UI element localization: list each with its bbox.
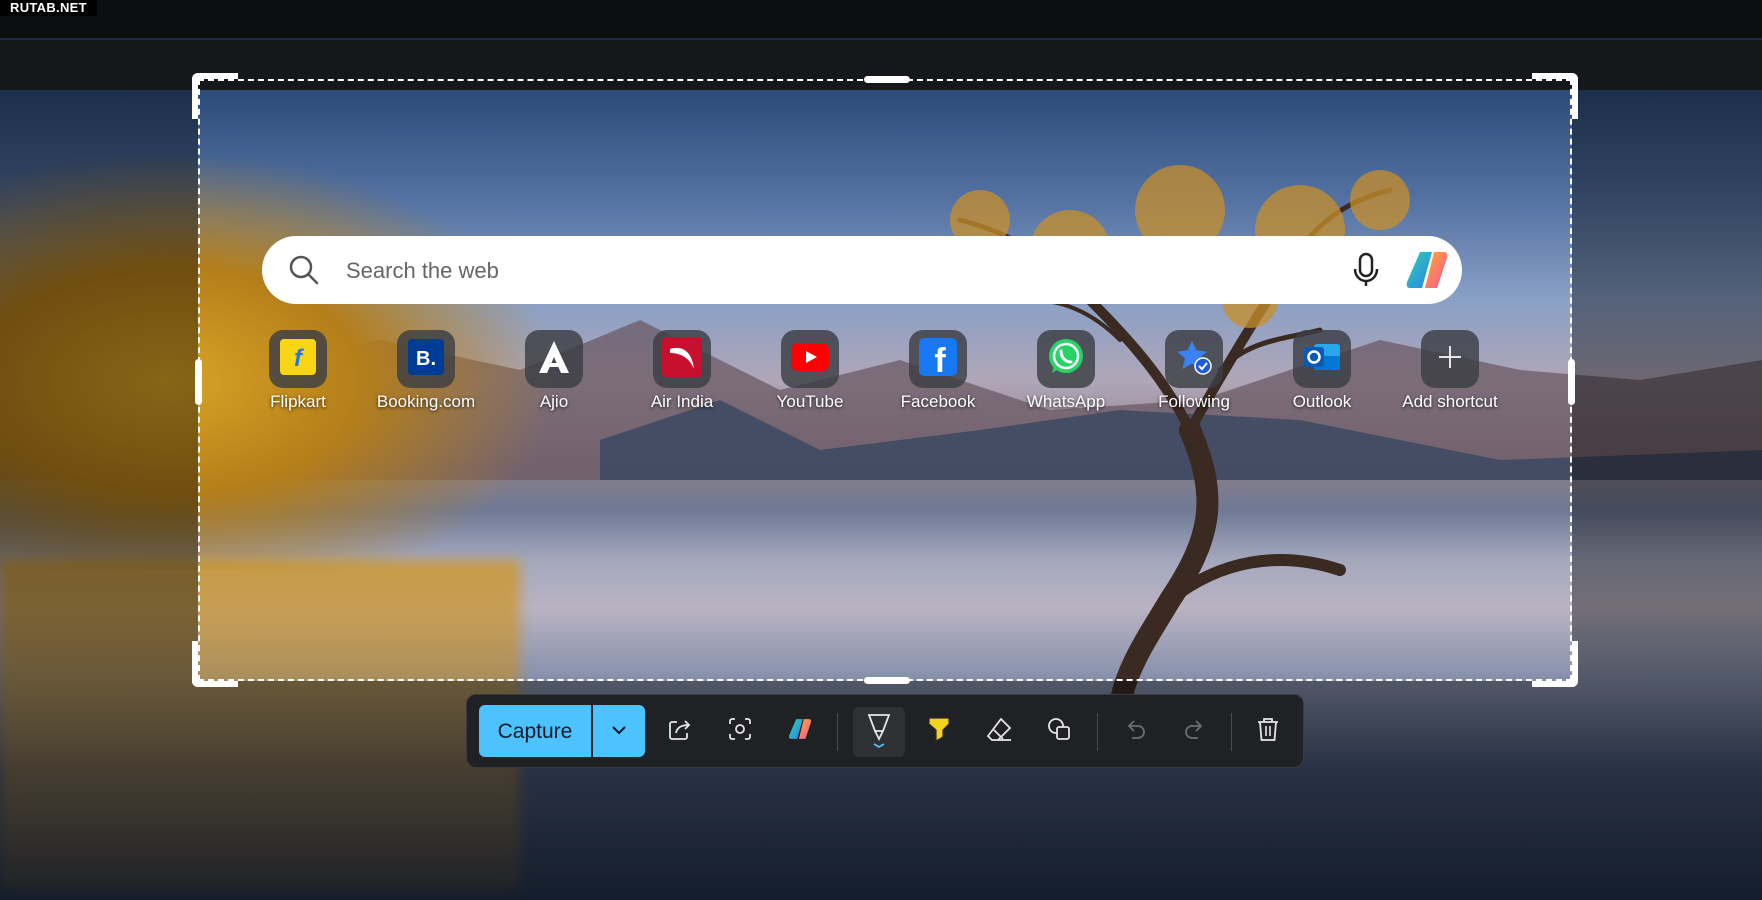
delete-icon (1256, 716, 1280, 747)
resize-handle-top-left[interactable] (192, 73, 238, 119)
eraser-button[interactable] (979, 711, 1019, 751)
resize-handle-left[interactable] (195, 359, 202, 405)
resize-handle-top[interactable] (864, 76, 910, 83)
resize-handle-top-right[interactable] (1532, 73, 1578, 119)
undo-button[interactable] (1115, 711, 1155, 751)
chevron-down-icon (611, 722, 627, 740)
copilot-button[interactable] (780, 711, 820, 751)
undo-icon (1122, 716, 1148, 747)
dim-overlay-right (1572, 90, 1762, 900)
highlighter-button[interactable] (919, 711, 959, 751)
pen-icon (865, 711, 893, 754)
capture-selection-area[interactable] (192, 73, 1578, 687)
toolbar-divider (1231, 713, 1232, 751)
share-icon (667, 716, 693, 747)
capture-button[interactable]: Capture (479, 705, 591, 757)
resize-handle-bottom-right[interactable] (1532, 641, 1578, 687)
snipping-toolbar: Capture (466, 694, 1304, 768)
resize-handle-bottom-left[interactable] (192, 641, 238, 687)
dim-overlay-left (0, 90, 198, 900)
resize-handle-bottom[interactable] (864, 677, 910, 684)
capture-options-button[interactable] (593, 705, 645, 757)
redo-button[interactable] (1175, 711, 1215, 751)
text-extract-button[interactable] (720, 711, 760, 751)
shapes-button[interactable] (1039, 711, 1079, 751)
toolbar-divider (1097, 713, 1098, 751)
text-extract-icon (727, 716, 753, 747)
toolbar-divider (837, 713, 838, 751)
share-button[interactable] (660, 711, 700, 751)
window-top-bar: RUTAB.NET (0, 0, 1762, 40)
watermark: RUTAB.NET (0, 0, 97, 16)
delete-button[interactable] (1248, 711, 1288, 751)
redo-icon (1182, 716, 1208, 747)
highlighter-icon (926, 715, 952, 748)
pen-button[interactable] (853, 707, 905, 757)
resize-handle-right[interactable] (1568, 359, 1575, 405)
shapes-icon (1046, 716, 1072, 747)
copilot-icon (787, 717, 813, 746)
eraser-icon (985, 716, 1013, 747)
